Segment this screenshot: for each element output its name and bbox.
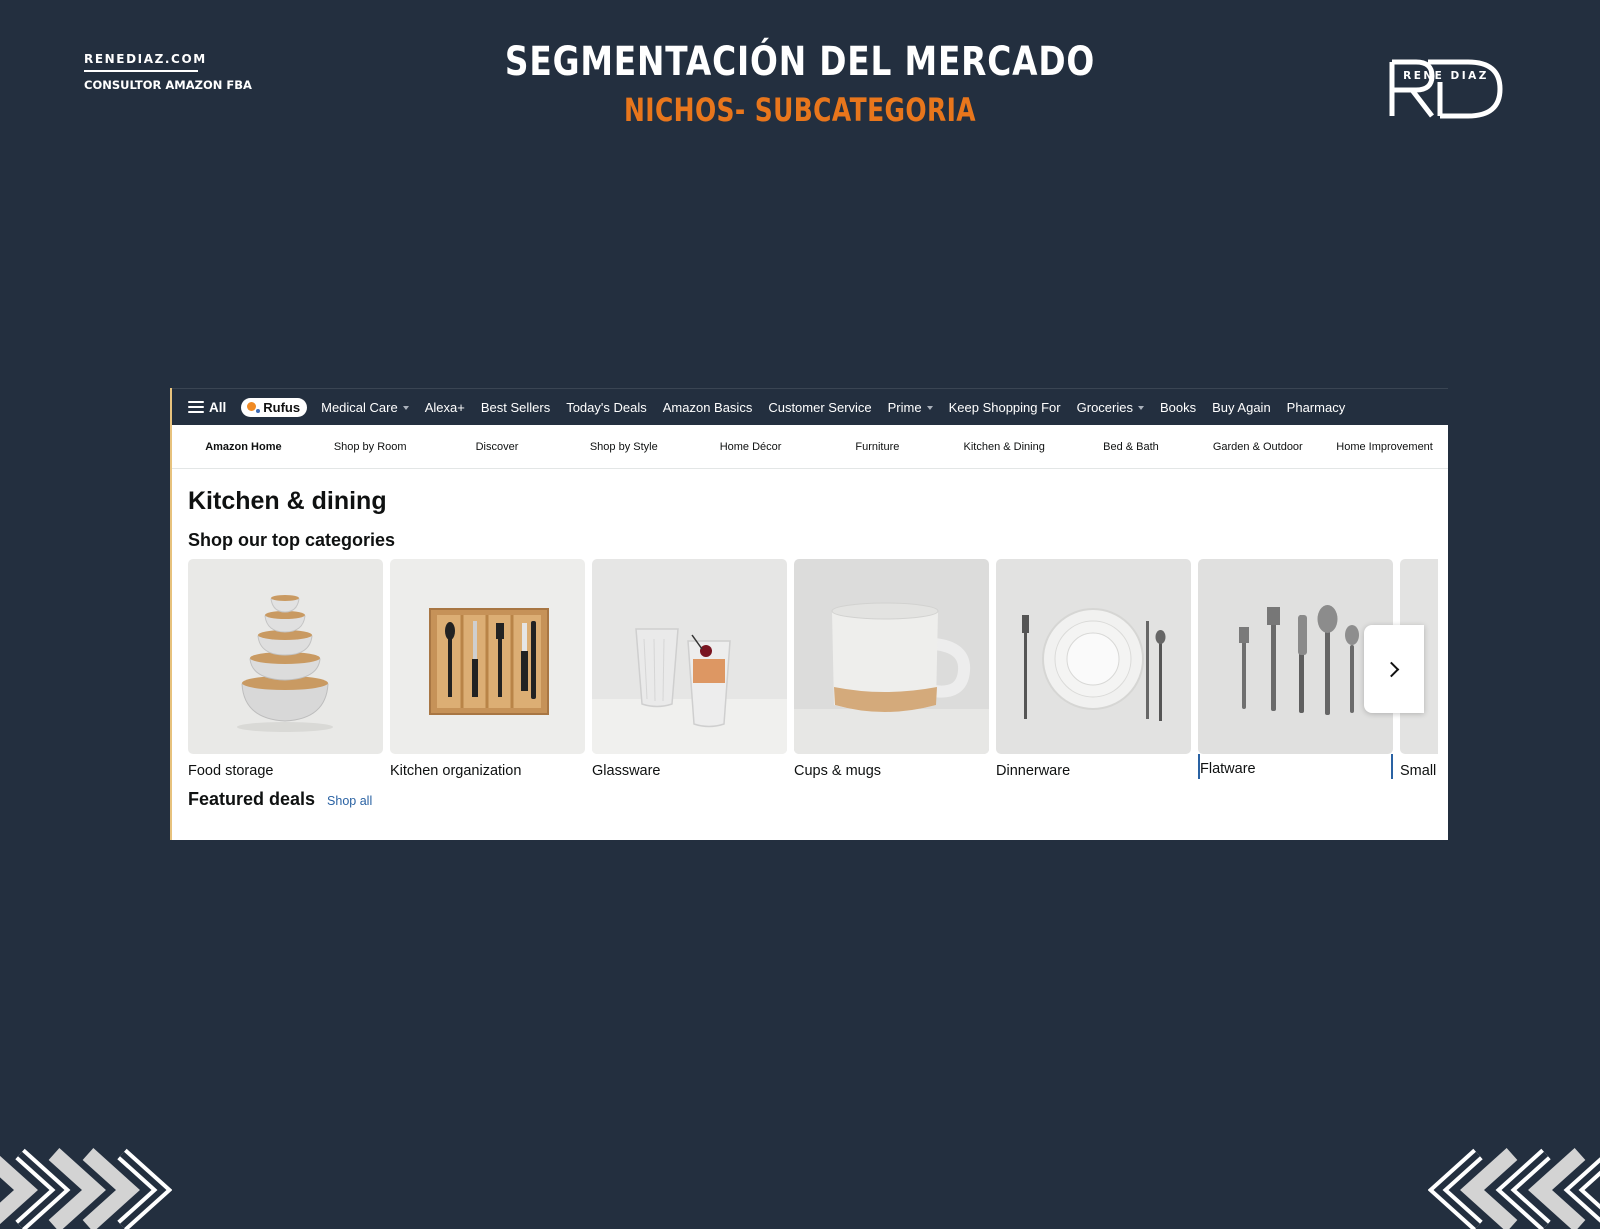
nav-item-label: Prime xyxy=(887,399,922,415)
category-label: Cups & mugs xyxy=(794,763,882,779)
nav-item-pharmacy[interactable]: Pharmacy xyxy=(1287,400,1346,415)
category-carousel: Food storage Kitchen organization Glassw… xyxy=(188,559,1438,779)
nav-item-medical-care[interactable]: Medical Care xyxy=(321,400,409,415)
chevron-right-icon xyxy=(1383,661,1399,677)
nested-bowls-image xyxy=(188,559,383,754)
category-card-food-storage[interactable]: Food storage xyxy=(188,559,383,779)
slide-subtitle: NICHOS- SUBCATEGORIA xyxy=(624,91,976,129)
nav-item-label: Keep Shopping For xyxy=(948,399,1061,415)
nav-item-label: Groceries xyxy=(1076,399,1133,415)
nav-item-todays-deals[interactable]: Today's Deals xyxy=(566,400,647,415)
nav-item-label: Medical Care xyxy=(321,399,398,415)
featured-deals-title: Featured deals xyxy=(188,789,316,809)
nav-item-label: Best Sellers xyxy=(480,399,551,415)
section-title: Shop our top categories xyxy=(188,530,396,550)
category-label: Small xyxy=(1400,763,1437,779)
glasses-image xyxy=(592,559,787,754)
nav-item-label: Customer Service xyxy=(768,399,872,415)
featured-deals-header: Featured deals Shop all xyxy=(188,789,1448,810)
hamburger-icon xyxy=(188,401,204,413)
carousel-next-button[interactable] xyxy=(1364,625,1424,713)
subnav-item-kitchen-dining[interactable]: Kitchen & Dining xyxy=(941,441,1068,453)
category-label: Flatware xyxy=(1198,754,1393,779)
nav-all-label: All xyxy=(209,399,227,415)
slide-header: SEGMENTACIÓN DEL MERCADO NICHOS- SUBCATE… xyxy=(0,34,1600,132)
caret-down-icon xyxy=(402,405,409,410)
nav-item-prime[interactable]: Prime xyxy=(888,400,933,415)
page-title: Kitchen & dining xyxy=(188,487,387,515)
subnav-item-amazon-home[interactable]: Amazon Home xyxy=(180,441,307,453)
shop-all-link[interactable]: Shop all xyxy=(327,794,372,808)
category-label: Glassware xyxy=(592,763,661,779)
subnav-item-shop-by-room[interactable]: Shop by Room xyxy=(307,441,434,453)
slide-title: SEGMENTACIÓN DEL MERCADO xyxy=(504,39,1096,85)
nav-item-groceries[interactable]: Groceries xyxy=(1077,400,1144,415)
nav-item-keep-shopping[interactable]: Keep Shopping For xyxy=(949,400,1061,415)
nav-item-buy-again[interactable]: Buy Again xyxy=(1212,400,1271,415)
nav-all-button[interactable]: All xyxy=(188,400,226,415)
subnav-item-discover[interactable]: Discover xyxy=(434,441,561,453)
rufus-button[interactable]: Rufus xyxy=(241,397,308,417)
nav-item-label: Amazon Basics xyxy=(662,399,753,415)
category-card-kitchen-organization[interactable]: Kitchen organization xyxy=(390,559,585,779)
nav-item-amazon-basics[interactable]: Amazon Basics xyxy=(663,400,753,415)
category-card-dinnerware[interactable]: Dinnerware xyxy=(996,559,1191,779)
nav-item-label: Alexa+ xyxy=(424,399,465,415)
sub-nav: Amazon Home Shop by Room Discover Shop b… xyxy=(172,425,1448,469)
chevron-decoration-left-icon xyxy=(0,1148,172,1229)
category-card-cups-mugs[interactable]: Cups & mugs xyxy=(794,559,989,779)
nav-item-label: Pharmacy xyxy=(1286,399,1346,415)
category-card-glassware[interactable]: Glassware xyxy=(592,559,787,779)
rufus-icon xyxy=(247,401,261,413)
category-label: Dinnerware xyxy=(996,763,1071,779)
utensil-tray-image xyxy=(390,559,585,754)
nav-item-label: Buy Again xyxy=(1212,399,1271,415)
subnav-item-garden-outdoor[interactable]: Garden & Outdoor xyxy=(1194,441,1321,453)
subnav-item-shop-by-style[interactable]: Shop by Style xyxy=(560,441,687,453)
logo-text: RENE DIAZ xyxy=(1403,70,1489,82)
nav-item-alexa[interactable]: Alexa+ xyxy=(425,400,465,415)
chevron-decoration-right-icon xyxy=(1428,1148,1600,1229)
nav-item-best-sellers[interactable]: Best Sellers xyxy=(481,400,550,415)
top-nav: All Rufus Medical Care Alexa+ Best Selle… xyxy=(172,388,1448,425)
subnav-item-home-decor[interactable]: Home Décor xyxy=(687,441,814,453)
rufus-label: Rufus xyxy=(263,399,301,415)
subnav-item-home-improvement[interactable]: Home Improvement xyxy=(1321,441,1448,453)
amazon-screenshot: All Rufus Medical Care Alexa+ Best Selle… xyxy=(170,388,1448,840)
category-label: Food storage xyxy=(188,763,274,779)
nav-item-label: Books xyxy=(1159,399,1197,415)
caret-down-icon xyxy=(1137,405,1144,410)
nav-item-customer-service[interactable]: Customer Service xyxy=(768,400,871,415)
mug-image xyxy=(794,559,989,754)
nav-item-books[interactable]: Books xyxy=(1160,400,1196,415)
rd-logo-icon: RENE DIAZ xyxy=(1389,59,1503,119)
nav-item-label: Today's Deals xyxy=(566,399,647,415)
caret-down-icon xyxy=(926,405,933,410)
plates-image xyxy=(996,559,1191,754)
subnav-item-furniture[interactable]: Furniture xyxy=(814,441,941,453)
category-label: Kitchen organization xyxy=(390,763,522,779)
subnav-item-bed-bath[interactable]: Bed & Bath xyxy=(1068,441,1195,453)
